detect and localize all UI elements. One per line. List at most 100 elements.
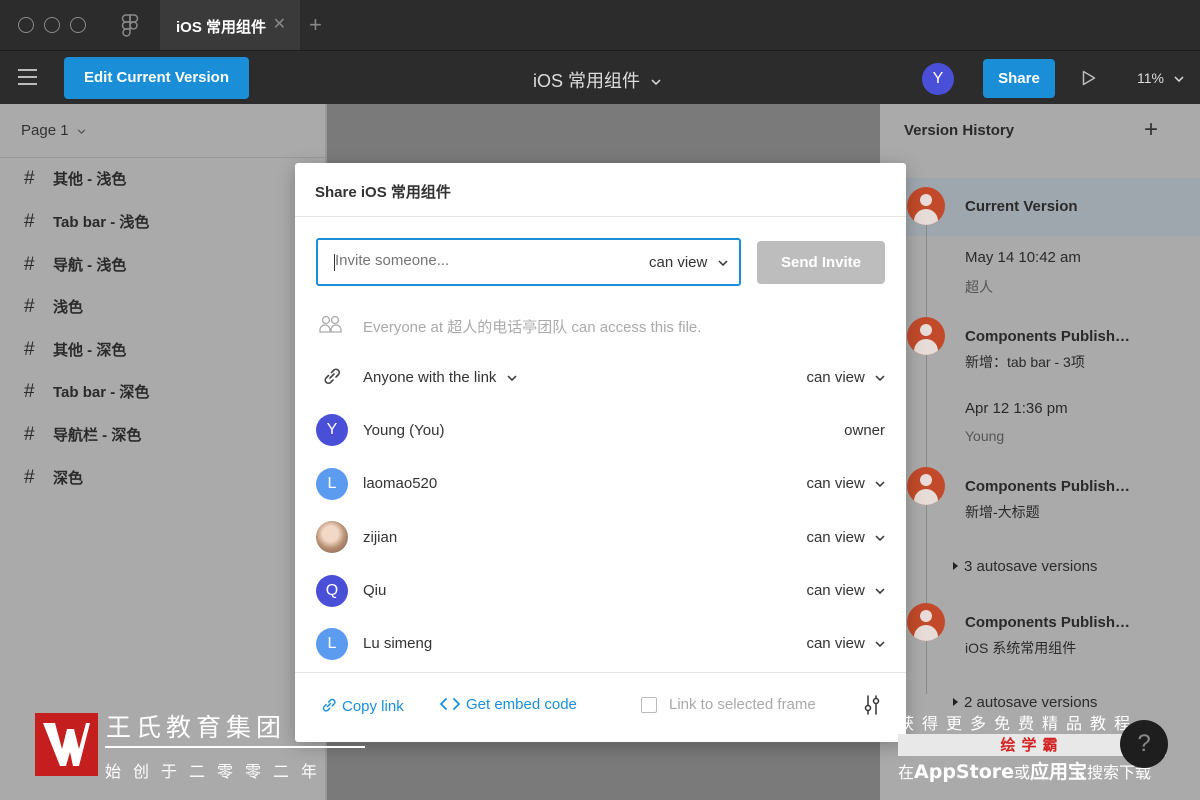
member-name: Qiu xyxy=(363,582,387,599)
divider xyxy=(295,216,906,217)
version-avatar-icon xyxy=(907,187,945,225)
member-photo-avatar xyxy=(316,521,348,553)
page-selector-label: Page 1 xyxy=(21,122,69,139)
frame-label: 其他 - 浅色 xyxy=(53,171,127,188)
menu-icon[interactable] xyxy=(18,69,37,85)
file-title-dropdown[interactable]: iOS 常用组件 xyxy=(533,67,661,93)
autosave-toggle[interactable]: 3 autosave versions xyxy=(953,558,1097,575)
tab-close-icon[interactable]: ✕ xyxy=(273,14,286,34)
minimize-window-icon[interactable] xyxy=(44,17,60,33)
zoom-dropdown[interactable]: 11% xyxy=(1137,70,1184,86)
add-version-icon[interactable]: + xyxy=(1144,116,1158,144)
organization-name: 王氏教育集团 xyxy=(106,713,287,742)
link-access-dropdown[interactable]: Anyone with the link xyxy=(363,369,517,386)
frame-item[interactable]: # 浅色 xyxy=(24,296,83,318)
frame-label: 浅色 xyxy=(53,299,84,316)
zoom-level: 11% xyxy=(1137,70,1164,86)
autosave-label: 2 autosave versions xyxy=(964,694,1098,711)
version-date[interactable]: May 14 10:42 am xyxy=(965,249,1081,266)
team-access-text: Everyone at 超人的电话亭团队 can access this fil… xyxy=(363,319,702,336)
frame-label: Tab bar - 深色 xyxy=(53,384,150,401)
chevron-down-icon xyxy=(875,588,885,595)
version-avatar-icon xyxy=(907,467,945,505)
frame-icon: # xyxy=(24,254,35,275)
member-permission-dropdown[interactable]: can view xyxy=(806,582,885,599)
permission-label: can view xyxy=(806,582,865,599)
organization-logo xyxy=(35,713,98,776)
link-permission-dropdown[interactable]: can view xyxy=(806,369,885,386)
divider xyxy=(0,157,326,158)
version-date[interactable]: Apr 12 1:36 pm xyxy=(965,400,1068,417)
link-icon xyxy=(322,698,336,712)
figma-logo-icon[interactable] xyxy=(120,14,140,38)
edit-current-version-button[interactable]: Edit Current Version xyxy=(64,57,249,99)
version-avatar-icon xyxy=(907,603,945,641)
version-user: Young xyxy=(965,428,1005,444)
version-history-title: Version History xyxy=(904,122,1015,139)
frame-label: 深色 xyxy=(53,470,84,487)
frame-item[interactable]: # 深色 xyxy=(24,467,83,489)
current-version-label: Current Version xyxy=(965,198,1078,215)
autosave-toggle[interactable]: 2 autosave versions xyxy=(953,694,1097,711)
version-title[interactable]: Components Publish… xyxy=(965,614,1130,631)
frame-label: 其他 - 深色 xyxy=(53,342,127,359)
member-avatar: L xyxy=(316,628,348,660)
version-user: 超人 xyxy=(965,279,993,295)
promo-download-text: 在AppStore或应用宝搜索下载 xyxy=(898,757,1151,784)
team-icon xyxy=(319,315,342,333)
autosave-label: 3 autosave versions xyxy=(964,558,1098,575)
play-icon[interactable] xyxy=(1082,70,1096,86)
get-embed-code-button[interactable]: Get embed code xyxy=(440,696,577,713)
invite-field[interactable]: can view xyxy=(316,238,741,286)
frame-icon: # xyxy=(24,424,35,445)
member-permission-dropdown[interactable]: can view xyxy=(806,475,885,492)
file-tab-label: iOS 常用组件 xyxy=(176,19,267,36)
frame-icon: # xyxy=(24,381,35,402)
close-window-icon[interactable] xyxy=(18,17,34,33)
frame-item[interactable]: # Tab bar - 深色 xyxy=(24,381,149,403)
share-button[interactable]: Share xyxy=(983,59,1055,98)
user-avatar[interactable]: Y xyxy=(922,63,954,95)
send-invite-button[interactable]: Send Invite xyxy=(757,241,885,284)
settings-sliders-icon[interactable] xyxy=(862,694,882,716)
member-avatar: L xyxy=(316,468,348,500)
version-title[interactable]: Components Publish… xyxy=(965,478,1130,495)
maximize-window-icon[interactable] xyxy=(70,17,86,33)
frame-item[interactable]: # Tab bar - 浅色 xyxy=(24,211,149,233)
version-history-panel: Version History + Current Version May 14… xyxy=(880,104,1200,800)
chevron-down-icon xyxy=(875,535,885,542)
frame-item[interactable]: # 其他 - 深色 xyxy=(24,339,126,361)
permission-label: can view xyxy=(806,369,865,386)
member-permission-dropdown[interactable]: can view xyxy=(806,635,885,652)
chevron-down-icon xyxy=(77,128,85,134)
link-to-frame-checkbox[interactable] xyxy=(641,697,657,713)
link-icon xyxy=(324,368,340,384)
frame-label: 导航 - 浅色 xyxy=(53,257,127,274)
chevron-down-icon xyxy=(875,481,885,488)
file-title-label: iOS 常用组件 xyxy=(533,71,641,91)
page-selector[interactable]: Page 1 xyxy=(21,122,86,139)
invite-input[interactable] xyxy=(335,252,635,269)
chevron-down-icon xyxy=(875,641,885,648)
new-tab-icon[interactable]: + xyxy=(309,12,322,38)
version-description: 新增-大标题 xyxy=(965,504,1040,520)
frame-item[interactable]: # 导航栏 - 深色 xyxy=(24,424,141,446)
invite-permission-dropdown[interactable]: can view xyxy=(649,254,728,271)
expand-triangle-icon xyxy=(953,562,958,570)
version-title[interactable]: Components Publish… xyxy=(965,328,1130,345)
permission-label: can view xyxy=(806,475,865,492)
member-permission-dropdown[interactable]: can view xyxy=(806,529,885,546)
promo-prefix: 在 xyxy=(898,763,915,782)
embed-code-label: Get embed code xyxy=(466,696,577,713)
promo-store: 应用宝 xyxy=(1030,761,1088,783)
share-dialog: Share iOS 常用组件 can view Send Invite Ever… xyxy=(295,163,906,742)
file-tab[interactable]: iOS 常用组件 ✕ xyxy=(160,0,300,50)
frame-item[interactable]: # 导航 - 浅色 xyxy=(24,254,126,276)
dialog-title: Share iOS 常用组件 xyxy=(315,184,451,201)
copy-link-button[interactable]: Copy link xyxy=(320,696,404,715)
invite-permission-label: can view xyxy=(649,254,708,271)
divider xyxy=(295,672,906,673)
frame-item[interactable]: # 其他 - 浅色 xyxy=(24,168,126,190)
promo-text: 获得更多免费精品教程 xyxy=(898,714,1139,733)
help-button[interactable]: ? xyxy=(1120,720,1168,768)
